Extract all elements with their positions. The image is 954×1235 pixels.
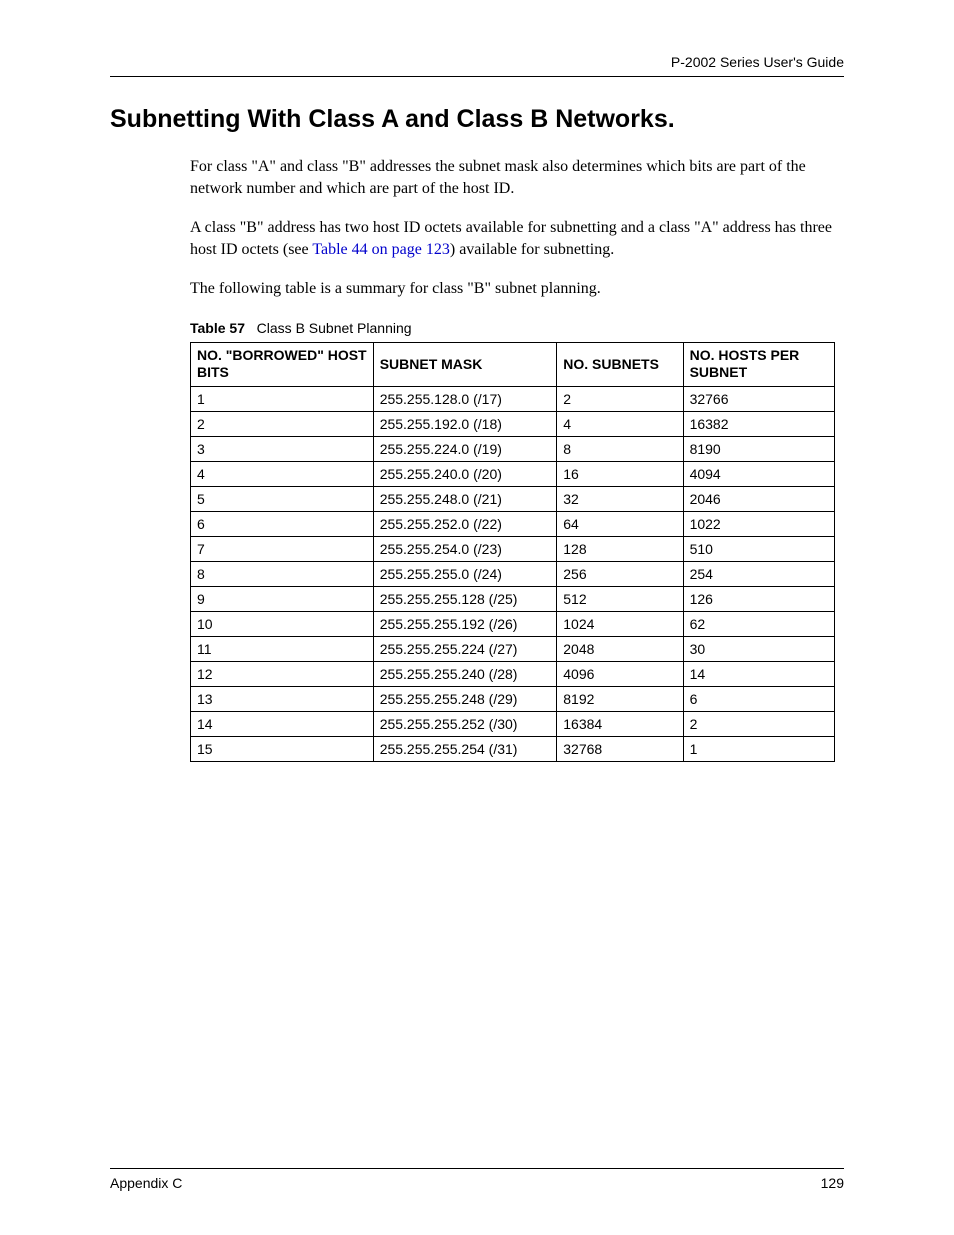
table-header-row: NO. "BORROWED" HOST BITS SUBNET MASK NO.… [191,342,835,386]
cell-bits: 15 [191,736,374,761]
cell-mask: 255.255.240.0 (/20) [373,461,557,486]
paragraph-3: The following table is a summary for cla… [190,278,844,300]
th-subnet-mask: SUBNET MASK [373,342,557,386]
cell-hosts: 62 [683,611,834,636]
subnet-table-body: 1255.255.128.0 (/17)2327662255.255.192.0… [191,386,835,761]
page: P-2002 Series User's Guide Subnetting Wi… [0,0,954,1235]
paragraph-1: For class "A" and class "B" addresses th… [190,156,844,199]
table-row: 6255.255.252.0 (/22)641022 [191,511,835,536]
cell-bits: 11 [191,636,374,661]
table-row: 2255.255.192.0 (/18)416382 [191,411,835,436]
cell-subnets: 512 [557,586,683,611]
running-header: P-2002 Series User's Guide [110,54,844,77]
table-row: 7255.255.254.0 (/23)128510 [191,536,835,561]
cell-mask: 255.255.254.0 (/23) [373,536,557,561]
table-row: 9255.255.255.128 (/25)512126 [191,586,835,611]
body-text: For class "A" and class "B" addresses th… [190,156,844,300]
cell-bits: 8 [191,561,374,586]
cell-hosts: 14 [683,661,834,686]
cell-mask: 255.255.255.224 (/27) [373,636,557,661]
cell-subnets: 16384 [557,711,683,736]
cell-mask: 255.255.255.254 (/31) [373,736,557,761]
table-caption: Table 57 Class B Subnet Planning [190,320,844,336]
cell-subnets: 1024 [557,611,683,636]
cell-mask: 255.255.248.0 (/21) [373,486,557,511]
cell-bits: 12 [191,661,374,686]
footer-left: Appendix C [110,1175,182,1191]
cell-mask: 255.255.255.248 (/29) [373,686,557,711]
cell-hosts: 2046 [683,486,834,511]
paragraph-2: A class "B" address has two host ID octe… [190,217,844,260]
cell-hosts: 2 [683,711,834,736]
subnet-table: NO. "BORROWED" HOST BITS SUBNET MASK NO.… [190,342,835,762]
table-row: 5255.255.248.0 (/21)322046 [191,486,835,511]
cell-subnets: 128 [557,536,683,561]
table-row: 15255.255.255.254 (/31)327681 [191,736,835,761]
cell-subnets: 4 [557,411,683,436]
table-row: 11255.255.255.224 (/27)204830 [191,636,835,661]
cell-hosts: 126 [683,586,834,611]
cell-subnets: 64 [557,511,683,536]
table-row: 14255.255.255.252 (/30)163842 [191,711,835,736]
cell-bits: 1 [191,386,374,411]
cell-bits: 10 [191,611,374,636]
cell-bits: 7 [191,536,374,561]
cell-mask: 255.255.192.0 (/18) [373,411,557,436]
cell-mask: 255.255.252.0 (/22) [373,511,557,536]
cell-mask: 255.255.255.240 (/28) [373,661,557,686]
table-row: 10255.255.255.192 (/26)102462 [191,611,835,636]
cell-bits: 13 [191,686,374,711]
cell-bits: 2 [191,411,374,436]
cell-hosts: 510 [683,536,834,561]
cell-mask: 255.255.255.192 (/26) [373,611,557,636]
cell-subnets: 8192 [557,686,683,711]
section-title: Subnetting With Class A and Class B Netw… [110,105,844,134]
cell-hosts: 1022 [683,511,834,536]
cell-hosts: 32766 [683,386,834,411]
table-row: 12255.255.255.240 (/28)409614 [191,661,835,686]
cell-mask: 255.255.255.252 (/30) [373,711,557,736]
cell-subnets: 16 [557,461,683,486]
cell-subnets: 8 [557,436,683,461]
para2-post: ) available for subnetting. [450,241,614,258]
table-row: 8255.255.255.0 (/24)256254 [191,561,835,586]
cell-subnets: 2 [557,386,683,411]
cell-bits: 4 [191,461,374,486]
cell-bits: 9 [191,586,374,611]
cell-hosts: 1 [683,736,834,761]
cell-hosts: 30 [683,636,834,661]
table-row: 3255.255.224.0 (/19)88190 [191,436,835,461]
cell-hosts: 254 [683,561,834,586]
cell-bits: 14 [191,711,374,736]
cell-mask: 255.255.255.0 (/24) [373,561,557,586]
cell-bits: 5 [191,486,374,511]
cell-subnets: 4096 [557,661,683,686]
table-row: 13255.255.255.248 (/29)81926 [191,686,835,711]
cell-hosts: 4094 [683,461,834,486]
cross-ref-link[interactable]: Table 44 on page 123 [312,241,450,258]
cell-subnets: 2048 [557,636,683,661]
th-hosts-per: NO. HOSTS PER SUBNET [683,342,834,386]
guide-title: P-2002 Series User's Guide [671,54,844,70]
table-caption-text: Class B Subnet Planning [257,320,412,336]
cell-mask: 255.255.128.0 (/17) [373,386,557,411]
th-no-subnets: NO. SUBNETS [557,342,683,386]
cell-bits: 6 [191,511,374,536]
table-caption-label: Table 57 [190,320,245,336]
cell-subnets: 256 [557,561,683,586]
cell-mask: 255.255.224.0 (/19) [373,436,557,461]
cell-subnets: 32768 [557,736,683,761]
footer-right: 129 [821,1175,844,1191]
table-row: 4255.255.240.0 (/20)164094 [191,461,835,486]
page-footer: Appendix C 129 [110,1168,844,1191]
table-row: 1255.255.128.0 (/17)232766 [191,386,835,411]
cell-mask: 255.255.255.128 (/25) [373,586,557,611]
cell-bits: 3 [191,436,374,461]
cell-hosts: 6 [683,686,834,711]
cell-hosts: 16382 [683,411,834,436]
th-borrowed-bits: NO. "BORROWED" HOST BITS [191,342,374,386]
cell-subnets: 32 [557,486,683,511]
cell-hosts: 8190 [683,436,834,461]
